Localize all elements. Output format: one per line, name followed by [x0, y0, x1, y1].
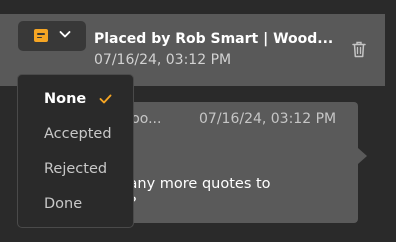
message-text: e any more quotes to m?: [115, 175, 355, 213]
chevron-down-icon: [59, 31, 71, 38]
status-dropdown-menu: None Accepted Rejected Done: [17, 74, 134, 228]
status-option-accepted[interactable]: Accepted: [44, 126, 112, 143]
status-option-rejected[interactable]: Rejected: [44, 161, 107, 178]
status-dropdown-button[interactable]: [18, 21, 86, 51]
message-bubble-tail: [358, 148, 367, 164]
checkmark-icon: [99, 94, 112, 104]
trash-icon[interactable]: [352, 41, 366, 58]
status-option-done[interactable]: Done: [44, 196, 82, 213]
thread-title: Placed by Rob Smart | Wood...: [94, 31, 334, 47]
message-text-line-2: m?: [115, 194, 355, 213]
message-text-line-1: e any more quotes to: [115, 176, 271, 192]
thread-timestamp: 07/16/24, 03:12 PM: [94, 52, 232, 68]
message-timestamp: 07/16/24, 03:12 PM: [199, 111, 337, 127]
note-icon: [34, 29, 48, 42]
status-option-none[interactable]: None: [44, 91, 86, 108]
